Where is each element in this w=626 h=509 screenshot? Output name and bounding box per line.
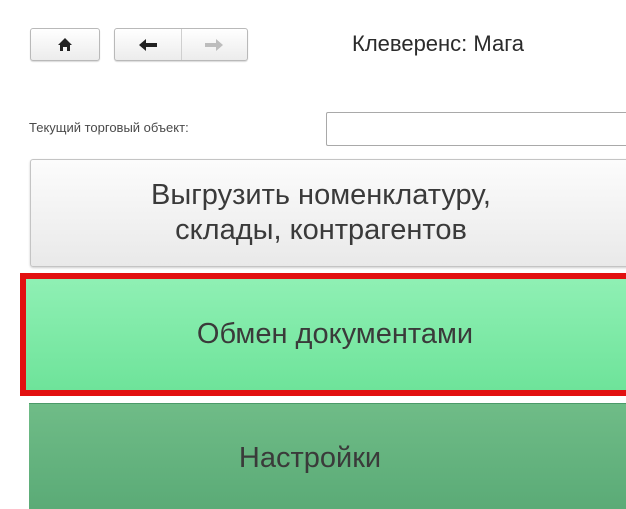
arrow-right-icon	[204, 38, 224, 52]
back-button[interactable]	[115, 29, 181, 60]
export-label-line1: Выгрузить номенклатуру,	[151, 179, 491, 211]
current-object-field[interactable]	[326, 112, 626, 146]
app-window: Клеверенс: Мага Текущий торговый объект:…	[0, 0, 626, 509]
export-label-line2: склады, контрагентов	[175, 214, 467, 246]
page-title: Клеверенс: Мага	[352, 31, 524, 56]
export-button-label: Выгрузить номенклатуру, склады, контраге…	[41, 178, 601, 248]
arrow-left-icon	[138, 38, 158, 52]
exchange-button-label: Обмен документами	[196, 318, 474, 350]
home-button[interactable]	[30, 28, 100, 61]
export-catalog-button[interactable]: Выгрузить номенклатуру, склады, контраге…	[30, 159, 626, 267]
exchange-documents-button[interactable]: Обмен документами	[20, 273, 626, 396]
current-object-label: Текущий торговый объект:	[29, 120, 189, 135]
settings-button[interactable]: Настройки	[29, 403, 626, 509]
forward-button[interactable]	[180, 29, 248, 60]
home-icon	[57, 37, 73, 52]
history-navigation	[114, 28, 248, 61]
settings-button-label: Настройки	[238, 442, 382, 474]
